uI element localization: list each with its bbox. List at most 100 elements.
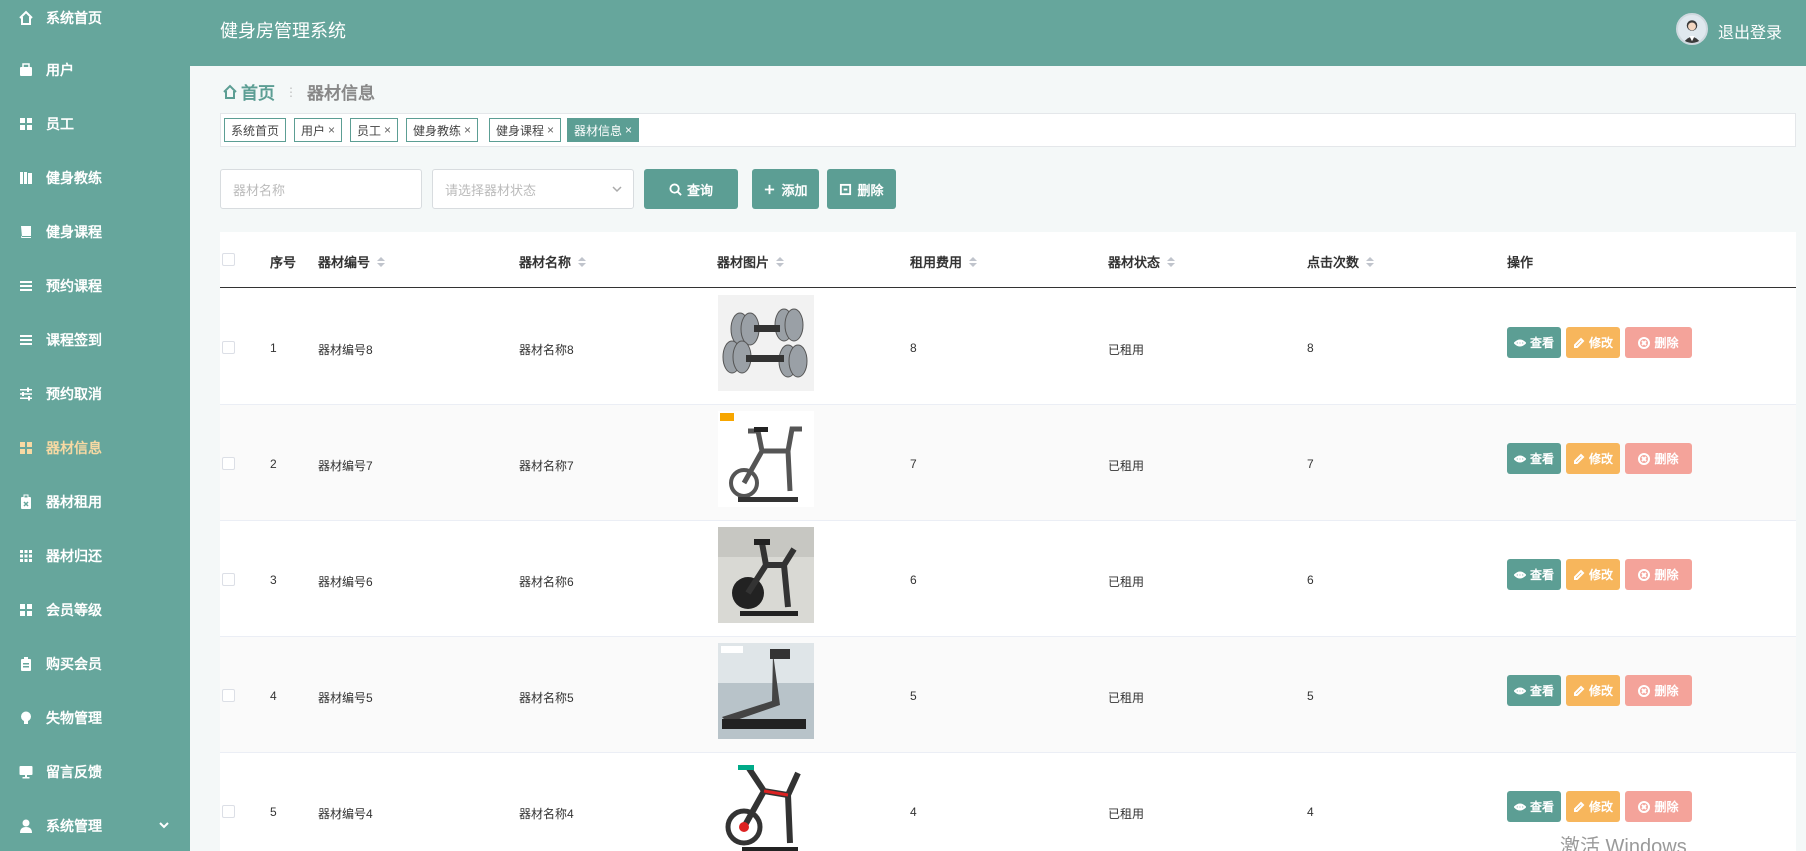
sidebar-item-15[interactable]: 留言反馈 — [0, 754, 190, 790]
equipment-image — [718, 759, 814, 851]
sidebar-item-8[interactable]: 预约取消 — [0, 376, 190, 412]
edit-button[interactable]: 修改 — [1566, 559, 1620, 590]
cell-name: 器材名称8 — [519, 343, 574, 357]
edit-button[interactable]: 修改 — [1566, 675, 1620, 706]
tab-4[interactable]: 健身教练 × — [406, 118, 479, 142]
sort-icon[interactable] — [1366, 256, 1375, 267]
delete-button-label: 删除 — [1654, 452, 1679, 466]
book-icon — [18, 224, 34, 240]
sort-icon[interactable] — [578, 256, 587, 267]
tab-3[interactable]: 员工 × — [350, 118, 399, 142]
tab-2[interactable]: 用户 × — [294, 118, 343, 142]
tab-label: 健身教练 — [413, 123, 462, 138]
sidebar-item-label: 系统管理 — [46, 818, 102, 834]
close-icon[interactable]: × — [328, 123, 335, 137]
row-checkbox[interactable] — [222, 689, 235, 702]
cell-code: 器材编号4 — [318, 807, 373, 821]
sort-icon[interactable] — [776, 256, 785, 267]
equipment-status-select[interactable]: 请选择器材状态 — [432, 169, 634, 209]
close-icon[interactable]: × — [625, 123, 632, 137]
monitor-icon — [18, 764, 34, 780]
delete-button[interactable]: 删除 — [1625, 559, 1692, 590]
delete-button[interactable]: 删除 — [1625, 443, 1692, 474]
column-header-7[interactable]: 点击次数 — [1307, 252, 1375, 271]
cell-index: 4 — [270, 689, 277, 703]
delete-button[interactable]: 删除 — [1625, 675, 1692, 706]
cell-index: 5 — [270, 805, 277, 819]
select-all-checkbox[interactable] — [222, 253, 235, 266]
column-header-4[interactable]: 器材图片 — [717, 252, 785, 271]
sidebar-item-9[interactable]: 器材信息 — [0, 430, 190, 466]
delete-button-label: 删除 — [1654, 336, 1679, 350]
logout-button[interactable]: 退出登录 — [1718, 19, 1782, 43]
sidebar-item-14[interactable]: 失物管理 — [0, 700, 190, 736]
sidebar-item-16[interactable]: 系统管理 — [0, 808, 190, 844]
sidebar-item-4[interactable]: 健身教练 — [0, 160, 190, 196]
edit-button[interactable]: 修改 — [1566, 791, 1620, 822]
top-header: 健身房管理系统 退出登录 — [190, 0, 1806, 66]
edit-button-label: 修改 — [1588, 800, 1613, 814]
row-checkbox[interactable] — [222, 573, 235, 586]
cell-clicks: 6 — [1307, 573, 1314, 587]
column-header-5[interactable]: 租用费用 — [910, 252, 978, 271]
close-icon[interactable]: × — [547, 123, 554, 137]
eye-icon — [1513, 339, 1526, 346]
avatar[interactable] — [1676, 13, 1708, 45]
sidebar-item-12[interactable]: 会员等级 — [0, 592, 190, 628]
equipment-image — [718, 411, 814, 507]
sort-icon[interactable] — [969, 256, 978, 267]
tab-label: 健身课程 — [496, 123, 545, 138]
sidebar-item-13[interactable]: 购买会员 — [0, 646, 190, 682]
sidebar-item-3[interactable]: 员工 — [0, 106, 190, 142]
view-button[interactable]: 查看 — [1507, 559, 1561, 590]
row-checkbox[interactable] — [222, 805, 235, 818]
sidebar-item-5[interactable]: 健身课程 — [0, 214, 190, 250]
view-button[interactable]: 查看 — [1507, 443, 1561, 474]
add-icon — [765, 184, 775, 194]
sort-icon[interactable] — [1167, 256, 1176, 267]
sidebar-item-6[interactable]: 预约课程 — [0, 268, 190, 304]
view-button[interactable]: 查看 — [1507, 327, 1561, 358]
view-button[interactable]: 查看 — [1507, 791, 1561, 822]
view-button-label: 查看 — [1529, 452, 1554, 466]
tab-5[interactable]: 健身课程 × — [489, 118, 562, 142]
row-checkbox[interactable] — [222, 341, 235, 354]
sidebar-item-1[interactable]: 系统首页 — [0, 0, 190, 36]
sort-icon[interactable] — [377, 256, 386, 267]
column-header-label: 器材图片 — [717, 255, 770, 270]
delete-button[interactable]: 删除 — [1625, 327, 1692, 358]
column-header-label: 租用费用 — [910, 255, 963, 270]
grid-icon — [18, 602, 34, 618]
delete-button[interactable]: 删除 — [1625, 791, 1692, 822]
batch-delete-button[interactable]: 删除 — [827, 169, 896, 209]
query-button[interactable]: 查询 — [644, 169, 738, 209]
sidebar-item-2[interactable]: 用户 — [0, 52, 190, 88]
tab-6[interactable]: 器材信息 × — [567, 118, 640, 142]
tab-1[interactable]: 系统首页 — [224, 118, 287, 142]
column-header-label: 器材状态 — [1108, 255, 1161, 270]
windows-activation-watermark: 激活 Windows — [1560, 836, 1687, 851]
sidebar-item-10[interactable]: 器材租用 — [0, 484, 190, 520]
briefcase-icon — [18, 62, 34, 78]
close-icon[interactable]: × — [384, 123, 391, 137]
column-header-6[interactable]: 器材状态 — [1108, 252, 1176, 271]
row-checkbox[interactable] — [222, 457, 235, 470]
view-button[interactable]: 查看 — [1507, 675, 1561, 706]
column-header-label: 点击次数 — [1307, 255, 1360, 270]
equipment-name-input[interactable]: 器材名称 — [220, 169, 422, 209]
cell-name: 器材名称5 — [519, 691, 574, 705]
edit-button[interactable]: 修改 — [1566, 443, 1620, 474]
cell-index: 3 — [270, 573, 277, 587]
edit-button-label: 修改 — [1588, 336, 1613, 350]
sidebar-item-11[interactable]: 器材归还 — [0, 538, 190, 574]
cell-code: 器材编号7 — [318, 459, 373, 473]
sidebar-item-7[interactable]: 课程签到 — [0, 322, 190, 358]
close-icon[interactable]: × — [464, 123, 471, 137]
column-header-2[interactable]: 器材编号 — [318, 252, 386, 271]
edit-button[interactable]: 修改 — [1566, 327, 1620, 358]
breadcrumb-home[interactable]: 首页 — [222, 79, 275, 104]
add-button[interactable]: 添加 — [752, 169, 819, 209]
column-header-label: 器材名称 — [519, 255, 572, 270]
sidebar-item-label: 预约课程 — [46, 278, 102, 294]
column-header-3[interactable]: 器材名称 — [519, 252, 587, 271]
